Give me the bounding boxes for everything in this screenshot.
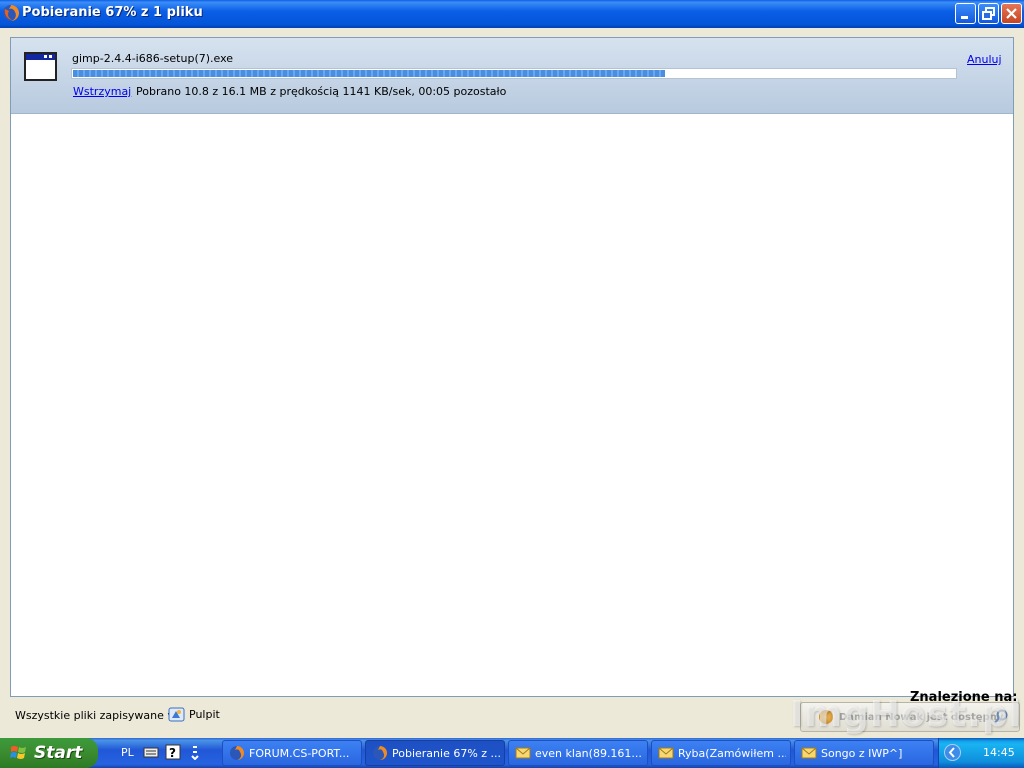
firefox-icon <box>3 5 19 21</box>
application-window-icon <box>24 52 57 81</box>
system-tray: 14:45 <box>938 738 1024 768</box>
chevron-left-icon[interactable] <box>944 744 961 761</box>
taskbar-task-label: Songo z IWP^] <box>821 747 903 760</box>
taskbar-task-label: Ryba(Zamówiłem ... <box>678 747 786 760</box>
mail-icon <box>515 747 531 759</box>
pause-link[interactable]: Wstrzymaj <box>73 85 131 98</box>
taskbar-task-chat-songo[interactable]: Songo z IWP^] <box>794 740 934 766</box>
taskbar-task-label: Pobieranie 67% z ... <box>392 747 500 760</box>
start-button[interactable]: Start <box>0 738 98 768</box>
download-item[interactable]: gimp-2.4.4-i686-setup(7).exe Wstrzymaj P… <box>11 38 1013 114</box>
close-button[interactable] <box>1001 3 1022 24</box>
close-icon <box>1006 8 1017 19</box>
download-filename: gimp-2.4.4-i686-setup(7).exe <box>72 52 234 65</box>
language-indicator[interactable]: PL <box>121 746 134 759</box>
cancel-link[interactable]: Anuluj <box>967 53 1002 66</box>
progress-fill <box>73 70 666 77</box>
taskbar: Start PL ? FORUM.CS-PORT... Pobieranie 6… <box>0 738 1024 768</box>
downloads-list[interactable]: gimp-2.4.4-i686-setup(7).exe Wstrzymaj P… <box>10 37 1014 697</box>
language-bar-options-icon[interactable] <box>187 744 203 760</box>
window-title: Pobieranie 67% z 1 pliku <box>22 5 203 20</box>
restore-button[interactable] <box>978 3 999 24</box>
found-on-label: Znalezione na: <box>910 690 1018 705</box>
taskbar-task-chat-even[interactable]: even klan(89.161... <box>508 740 648 766</box>
firefox-icon <box>373 746 387 760</box>
restore-icon <box>982 7 995 20</box>
firefox-icon <box>230 746 244 760</box>
taskbar-task-label: even klan(89.161... <box>535 747 642 760</box>
svg-text:?: ? <box>169 746 176 760</box>
taskbar-task-forum[interactable]: FORUM.CS-PORT... <box>222 740 362 766</box>
mail-icon <box>658 747 674 759</box>
minimize-button[interactable] <box>955 3 976 24</box>
mail-icon <box>801 747 817 759</box>
download-progress-bar <box>71 68 957 79</box>
taskbar-task-chat-ryba[interactable]: Ryba(Zamówiłem ... <box>651 740 791 766</box>
help-icon[interactable]: ? <box>165 744 181 760</box>
windows-logo-icon <box>10 746 26 759</box>
download-status: Pobrano 10.8 z 16.1 MB z prędkością 1141… <box>136 85 507 98</box>
save-location-folder[interactable]: Pulpit <box>189 708 220 721</box>
taskbar-task-label: FORUM.CS-PORT... <box>249 747 350 760</box>
minimize-icon <box>961 16 968 19</box>
start-label: Start <box>34 743 83 763</box>
save-location-label: Wszystkie pliki zapisywane w: <box>15 709 180 722</box>
title-bar[interactable]: Pobieranie 67% z 1 pliku <box>0 0 1024 28</box>
keyboard-icon[interactable] <box>143 744 159 760</box>
clock[interactable]: 14:45 <box>983 746 1015 759</box>
taskbar-task-download[interactable]: Pobieranie 67% z ... <box>365 740 505 766</box>
download-manager-window: Pobieranie 67% z 1 pliku gimp-2.4.4-i686… <box>0 0 1024 738</box>
desktop-folder-icon[interactable] <box>168 706 185 723</box>
